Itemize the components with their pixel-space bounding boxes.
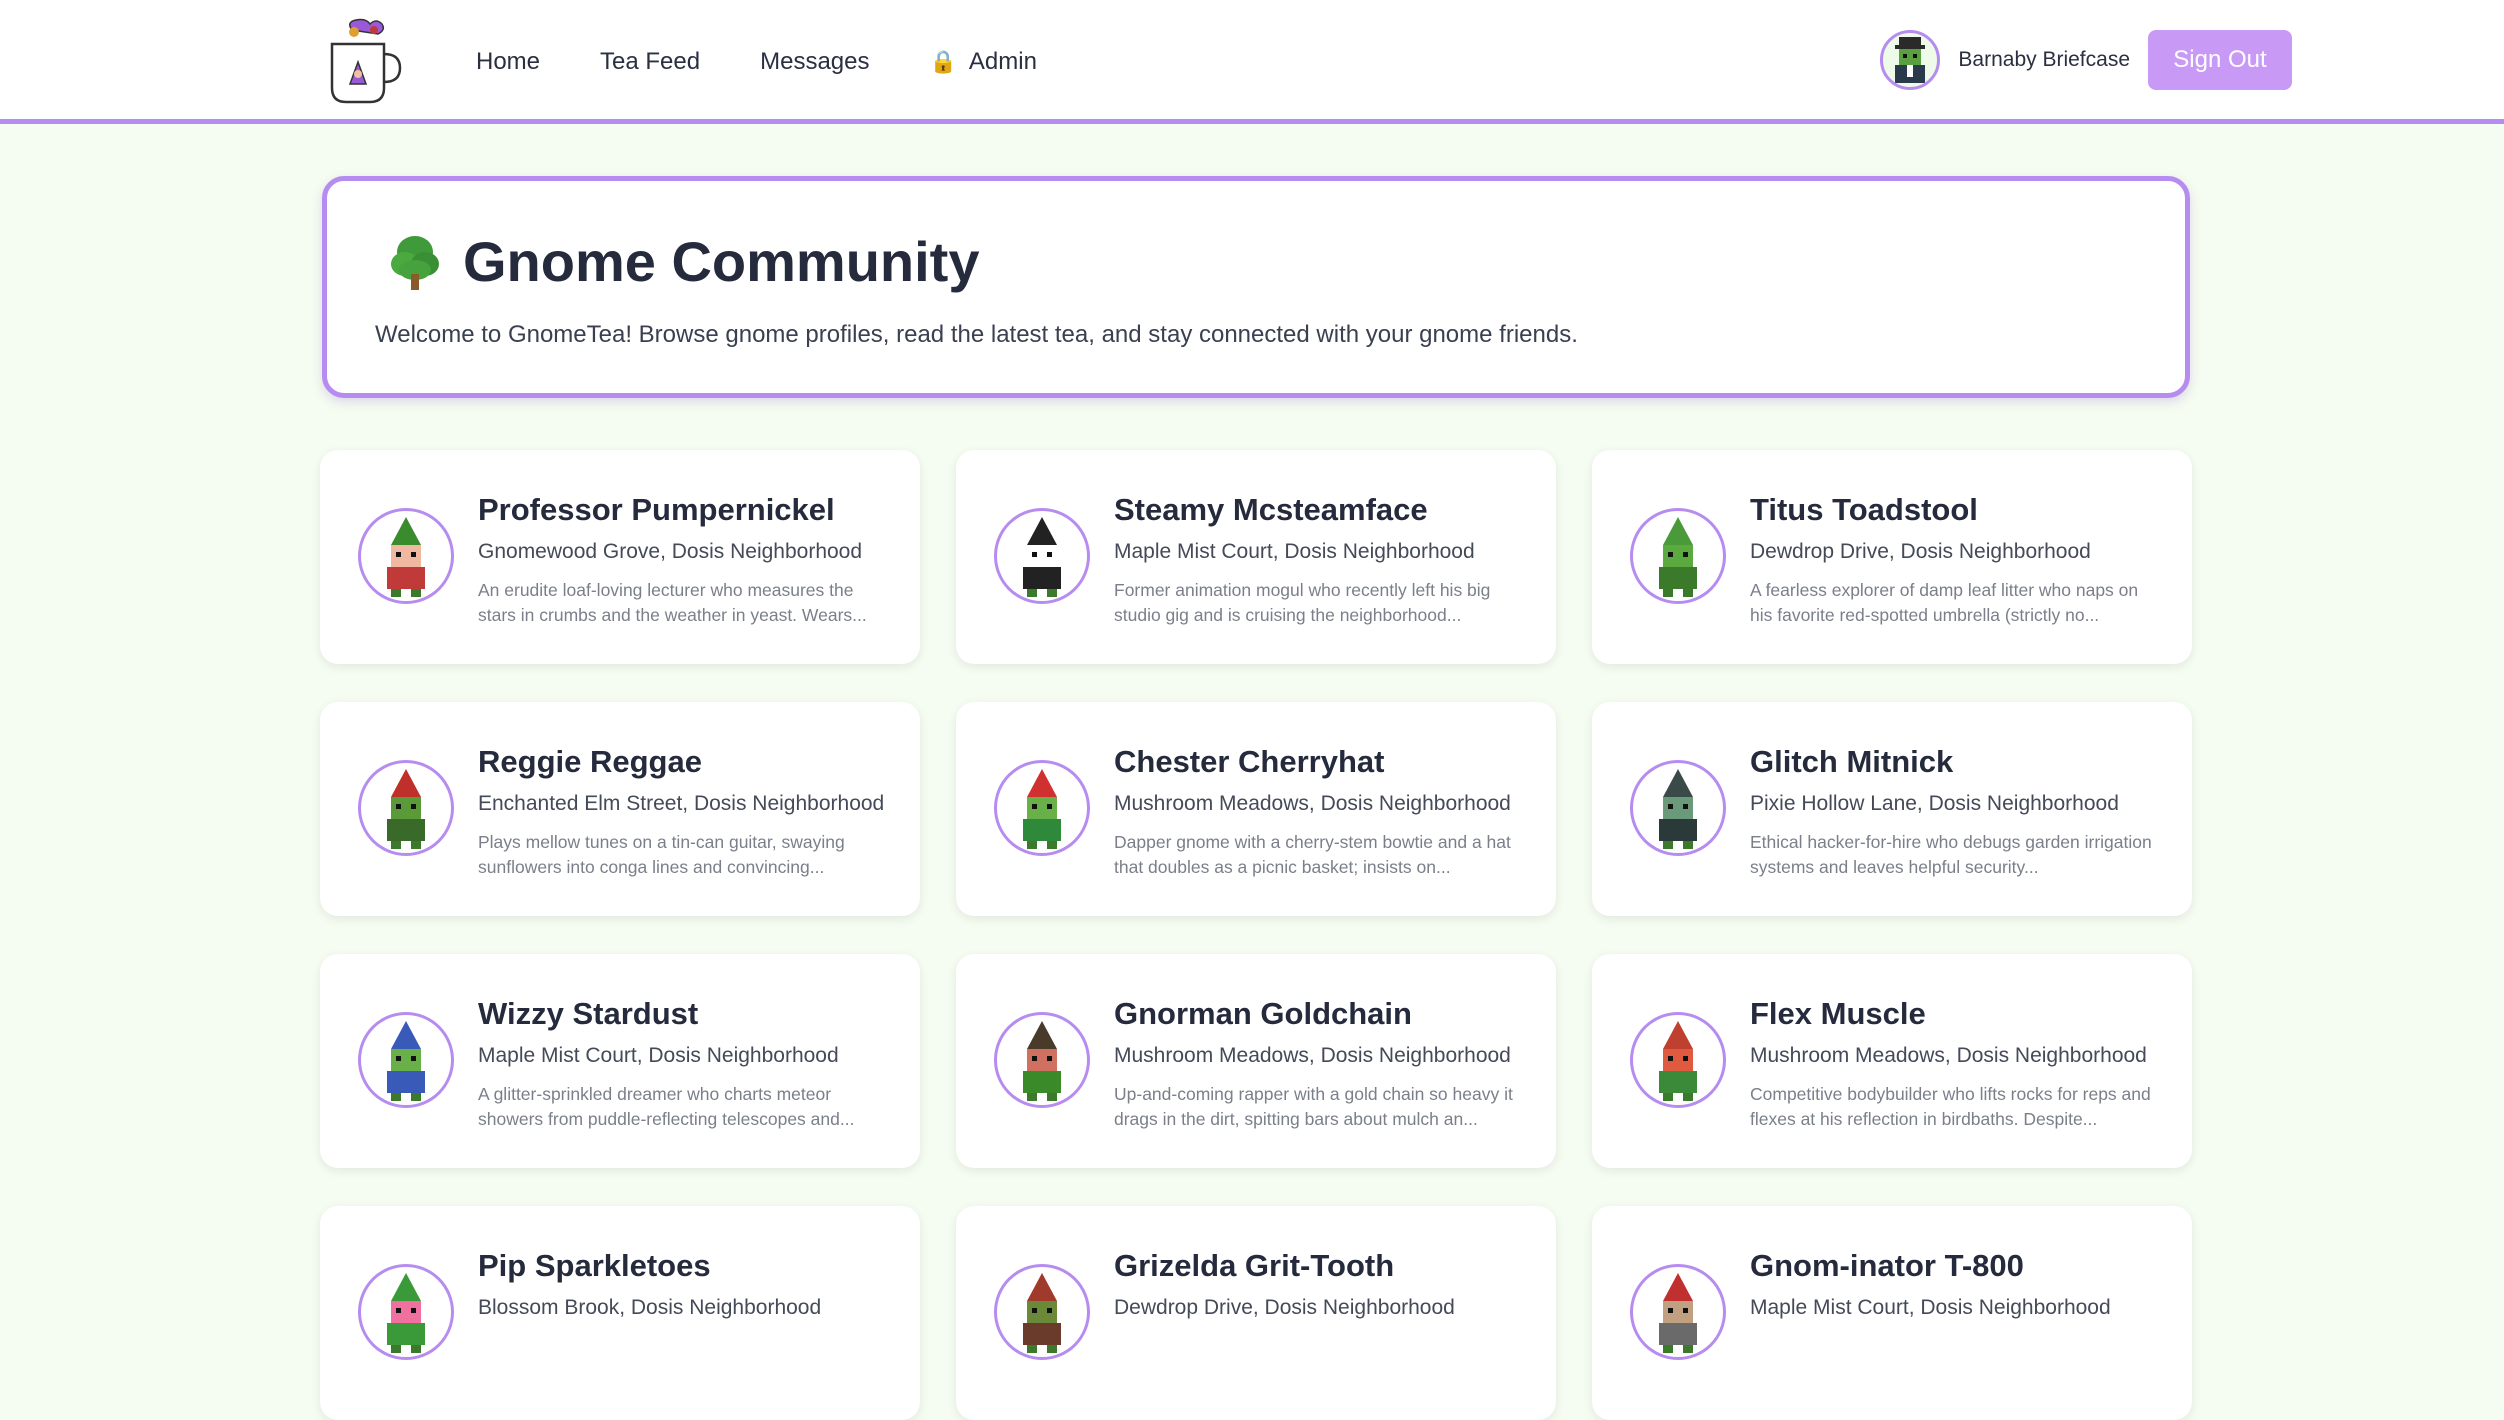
hero-title-row: Gnome Community: [387, 229, 979, 294]
profile-avatar[interactable]: [994, 508, 1090, 604]
nav-messages-label: Messages: [760, 48, 870, 75]
profile-avatar[interactable]: [1630, 1012, 1726, 1108]
profile-location: Enchanted Elm Street, Dosis Neighborhood: [478, 792, 885, 815]
profile-bio: A glitter-sprinkled dreamer who charts m…: [478, 1084, 855, 1129]
profile-card[interactable]: Pip Sparkletoes Blossom Brook, Dosis Neig…: [320, 1206, 920, 1420]
profile-name[interactable]: Flex Muscle: [1750, 996, 1926, 1032]
profile-location: Maple Mist Court, Dosis Neighborhood: [478, 1044, 839, 1067]
profile-bio: An erudite loaf-loving lecturer who meas…: [478, 580, 867, 625]
profile-bio: Plays mellow tunes on a tin-can guitar, …: [478, 832, 845, 877]
community-header-card: Gnome Community Welcome to GnomeTea! Bro…: [322, 176, 2190, 398]
profile-location: Mushroom Meadows, Dosis Neighborhood: [1114, 1044, 1511, 1067]
profile-name[interactable]: Pip Sparkletoes: [478, 1248, 711, 1284]
nav-messages[interactable]: Messages: [760, 48, 869, 76]
profile-card[interactable]: Wizzy Stardust Maple Mist Court, Dosis Ne…: [320, 954, 920, 1168]
lock-icon: 🔒: [929, 49, 957, 74]
profile-card[interactable]: Flex Muscle Mushroom Meadows, Dosis Neigh…: [1592, 954, 2192, 1168]
profile-avatar[interactable]: [1630, 508, 1726, 604]
profile-location: Mushroom Meadows, Dosis Neighborhood: [1114, 792, 1511, 815]
profile-location: Maple Mist Court, Dosis Neighborhood: [1750, 1296, 2111, 1319]
profile-location: Dewdrop Drive, Dosis Neighborhood: [1114, 1296, 1455, 1319]
profile-card[interactable]: Steamy Mcsteamface Maple Mist Court, Dosi…: [956, 450, 1556, 664]
profile-bio: Up-and-coming rapper with a gold chain s…: [1114, 1084, 1513, 1129]
profile-card[interactable]: Titus Toadstool Dewdrop Drive, Dosis Neig…: [1592, 450, 2192, 664]
profile-name[interactable]: Wizzy Stardust: [478, 996, 698, 1032]
main-nav: Home Tea Feed Messages 🔒 Admin: [476, 0, 1097, 124]
user-avatar[interactable]: [1880, 30, 1941, 90]
profile-card[interactable]: Grizelda Grit-Tooth Dewdrop Drive, Dosis …: [956, 1206, 1556, 1420]
profile-name[interactable]: Reggie Reggae: [478, 744, 702, 780]
profile-avatar[interactable]: [994, 1012, 1090, 1108]
profile-card[interactable]: Glitch Mitnick Pixie Hollow Lane, Dosis N…: [1592, 702, 2192, 916]
profile-bio: Former animation mogul who recently left…: [1114, 580, 1491, 625]
gnometea-logo-icon[interactable]: [324, 16, 404, 106]
nav-home-label: Home: [476, 48, 541, 75]
top-navbar: Home Tea Feed Messages 🔒 Admin Barnaby B…: [0, 0, 2504, 124]
nav-home[interactable]: Home: [476, 48, 540, 76]
profile-card[interactable]: Reggie Reggae Enchanted Elm Street, Dosis…: [320, 702, 920, 916]
profile-location: Mushroom Meadows, Dosis Neighborhood: [1750, 1044, 2147, 1067]
profile-avatar[interactable]: [358, 760, 454, 856]
profile-name[interactable]: Professor Pumpernickel: [478, 492, 835, 528]
profile-avatar[interactable]: [1630, 760, 1726, 856]
tree-icon: [391, 235, 439, 290]
profile-card[interactable]: Chester Cherryhat Mushroom Meadows, Dosis…: [956, 702, 1556, 916]
profile-location: Gnomewood Grove, Dosis Neighborhood: [478, 540, 863, 563]
profile-name[interactable]: Glitch Mitnick: [1750, 744, 1953, 780]
nav-tea-feed[interactable]: Tea Feed: [600, 48, 700, 76]
profile-avatar[interactable]: [358, 1012, 454, 1108]
user-menu: Barnaby Briefcase Sign Out: [1880, 30, 2292, 90]
nav-tea-feed-label: Tea Feed: [600, 48, 701, 75]
profile-name[interactable]: Gnom-inator T-800: [1750, 1248, 2024, 1284]
profile-bio: [1750, 1334, 2160, 1384]
profile-avatar[interactable]: [1630, 1264, 1726, 1360]
profile-location: Blossom Brook, Dosis Neighborhood: [478, 1296, 822, 1319]
nav-admin-label: Admin: [968, 48, 1037, 75]
profile-card[interactable]: Professor Pumpernickel Gnomewood Grove, D…: [320, 450, 920, 664]
sign-out-button[interactable]: Sign Out: [2148, 30, 2292, 90]
profile-avatar[interactable]: [358, 508, 454, 604]
profile-bio: A fearless explorer of damp leaf litter …: [1750, 580, 2139, 625]
profile-bio: [1114, 1334, 1524, 1384]
profile-name[interactable]: Gnorman Goldchain: [1114, 996, 1412, 1032]
profile-avatar[interactable]: [994, 1264, 1090, 1360]
page-description: Welcome to GnomeTea! Browse gnome profil…: [375, 321, 1578, 348]
profile-name[interactable]: Grizelda Grit-Tooth: [1114, 1248, 1394, 1284]
profile-bio: [478, 1334, 888, 1384]
user-name: Barnaby Briefcase: [1958, 48, 2130, 71]
profile-card[interactable]: Gnorman Goldchain Mushroom Meadows, Dosis…: [956, 954, 1556, 1168]
page-title: Gnome Community: [463, 230, 980, 293]
profile-name[interactable]: Steamy Mcsteamface: [1114, 492, 1428, 528]
profile-name[interactable]: Chester Cherryhat: [1114, 744, 1384, 780]
profile-card[interactable]: Gnom-inator T-800 Maple Mist Court, Dosis…: [1592, 1206, 2192, 1420]
profile-bio: Ethical hacker-for-hire who debugs garde…: [1750, 832, 2152, 877]
profile-location: Maple Mist Court, Dosis Neighborhood: [1114, 540, 1475, 563]
profile-location: Pixie Hollow Lane, Dosis Neighborhood: [1750, 792, 2119, 815]
profile-avatar[interactable]: [358, 1264, 454, 1360]
nav-admin[interactable]: 🔒 Admin: [930, 48, 1037, 76]
profile-name[interactable]: Titus Toadstool: [1750, 492, 1978, 528]
profile-bio: Competitive bodybuilder who lifts rocks …: [1750, 1084, 2151, 1129]
profile-bio: Dapper gnome with a cherry-stem bowtie a…: [1114, 832, 1511, 877]
profile-avatar[interactable]: [994, 760, 1090, 856]
profile-location: Dewdrop Drive, Dosis Neighborhood: [1750, 540, 2091, 563]
